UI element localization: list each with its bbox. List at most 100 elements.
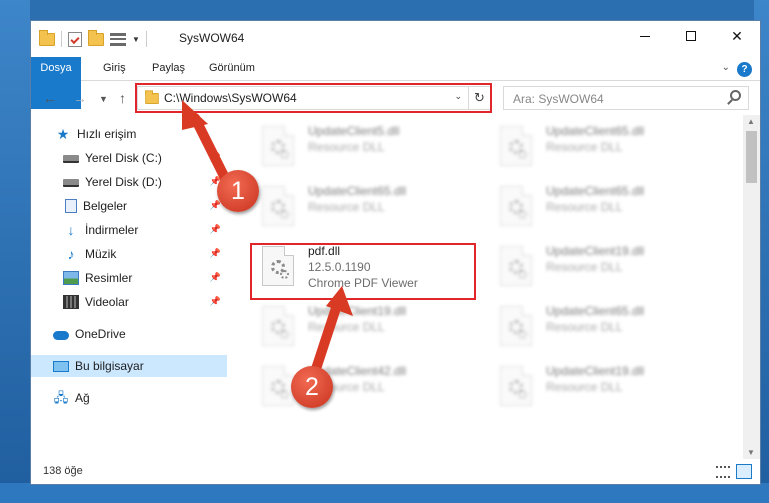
sidebar-item-label: Videolar: [85, 295, 129, 309]
dll-file-icon: [500, 366, 532, 406]
minimize-icon: [640, 35, 650, 37]
dll-file-icon: [262, 366, 294, 406]
list-item[interactable]: UpdateClient65.dll Resource DLL: [253, 179, 481, 231]
expand-ribbon-icon[interactable]: ⌄: [722, 62, 730, 73]
recent-locations-icon[interactable]: ▼: [99, 94, 108, 104]
status-bar: 138 öğe: [31, 460, 760, 484]
music-icon: ♪: [67, 246, 75, 262]
list-item[interactable]: UpdateClient5.dll Resource DLL: [253, 119, 481, 171]
ribbon-tabs: Dosya Giriş Paylaş Görünüm ⌄ ?: [31, 57, 760, 109]
file-name: UpdateClient65.dll: [308, 184, 407, 198]
sidebar-item-label: OneDrive: [75, 327, 126, 341]
scroll-down-icon[interactable]: ▼: [747, 448, 755, 457]
sidebar-item-downloads[interactable]: ↓ İndirmeler 📌: [31, 219, 227, 241]
sidebar-item-onedrive[interactable]: OneDrive: [31, 323, 227, 345]
star-icon: ★: [56, 126, 70, 142]
sidebar-item-music[interactable]: ♪ Müzik 📌: [31, 243, 227, 265]
file-type: Resource DLL: [546, 260, 623, 274]
sidebar-item-label: İndirmeler: [85, 223, 139, 237]
pin-icon[interactable]: 📌: [210, 224, 221, 235]
file-name: UpdateClient19.dll: [546, 364, 645, 378]
sidebar-item-disk-d[interactable]: Yerel Disk (D:) 📌: [31, 171, 227, 193]
sidebar-item-label: Müzik: [85, 247, 117, 261]
file-type: Resource DLL: [546, 320, 623, 334]
list-item[interactable]: UpdateClient65.dll Resource DLL: [491, 299, 719, 351]
scrollbar-thumb[interactable]: [746, 131, 757, 183]
desktop-background-bottom: [0, 483, 769, 503]
help-icon[interactable]: ?: [737, 62, 752, 77]
search-icon: [730, 90, 741, 101]
qat-dropdown-icon[interactable]: ▼: [132, 35, 140, 44]
step-badge-1: 1: [217, 170, 259, 212]
new-folder-icon[interactable]: [88, 29, 104, 46]
minimize-button[interactable]: [622, 21, 668, 51]
back-arrow-icon[interactable]: ←: [43, 90, 57, 106]
tab-view[interactable]: Görünüm: [209, 57, 255, 80]
sidebar-item-videos[interactable]: Videolar 📌: [31, 291, 227, 313]
view-options-icon[interactable]: [110, 32, 126, 46]
file-type: Resource DLL: [308, 200, 385, 214]
dll-file-icon: [500, 186, 532, 226]
cloud-icon: [53, 331, 69, 340]
vertical-scrollbar[interactable]: ▲ ▼: [743, 115, 760, 459]
tab-share[interactable]: Paylaş: [152, 57, 185, 80]
close-button[interactable]: ✕: [714, 21, 760, 51]
sidebar-item-disk-c[interactable]: Yerel Disk (C:) 📌: [31, 147, 227, 169]
list-item[interactable]: UpdateClient19.dll Resource DLL: [253, 299, 481, 351]
item-count: 138 öğe: [43, 465, 83, 477]
search-input[interactable]: Ara: SysWOW64: [503, 86, 749, 110]
sidebar-item-this-pc[interactable]: Bu bilgisayar: [31, 355, 227, 377]
gear-icon: [518, 150, 527, 159]
gear-icon: [518, 210, 527, 219]
properties-icon[interactable]: [68, 31, 82, 47]
up-arrow-icon[interactable]: ↑: [119, 90, 126, 106]
file-type: Resource DLL: [308, 140, 385, 154]
list-item[interactable]: UpdateClient65.dll Resource DLL: [491, 119, 719, 171]
gear-icon: [518, 270, 527, 279]
toolbar-divider: [61, 31, 62, 47]
sidebar-item-label: Hızlı erişim: [77, 127, 137, 141]
scroll-up-icon[interactable]: ▲: [747, 117, 755, 126]
desktop-background-left: [0, 0, 30, 503]
list-item[interactable]: UpdateClient65.dll Resource DLL: [491, 179, 719, 231]
sidebar-item-documents[interactable]: Belgeler 📌: [31, 195, 227, 217]
gear-icon: [518, 330, 527, 339]
pin-icon[interactable]: 📌: [210, 272, 221, 283]
sidebar-item-pictures[interactable]: Resimler 📌: [31, 267, 227, 289]
folder-icon[interactable]: [39, 29, 55, 46]
sidebar-item-label: Bu bilgisayar: [75, 359, 144, 373]
network-icon: 🖧: [53, 390, 69, 405]
large-icons-view-icon[interactable]: [736, 464, 752, 479]
sidebar-item-label: Yerel Disk (C:): [85, 151, 162, 165]
list-item[interactable]: UpdateClient19.dll Resource DLL: [491, 239, 719, 291]
file-name: UpdateClient19.dll: [308, 304, 407, 318]
pin-icon[interactable]: 📌: [210, 152, 221, 163]
title-bar: ▼ SysWOW64 ✕: [31, 21, 760, 57]
maximize-button[interactable]: [668, 21, 714, 51]
pin-icon[interactable]: 📌: [210, 296, 221, 307]
file-name: UpdateClient65.dll: [546, 184, 645, 198]
forward-arrow-icon[interactable]: →: [73, 90, 87, 106]
tab-home[interactable]: Giriş: [103, 57, 126, 80]
dll-file-icon: [500, 126, 532, 166]
sidebar-item-label: Yerel Disk (D:): [85, 175, 162, 189]
details-view-icon[interactable]: [716, 466, 730, 478]
list-item[interactable]: UpdateClient19.dll Resource DLL: [491, 359, 719, 411]
dll-file-icon: [262, 306, 294, 346]
list-item[interactable]: UpdateClient42.dll Resource DLL: [253, 359, 481, 411]
file-name: UpdateClient19.dll: [546, 244, 645, 258]
file-name: UpdateClient65.dll: [546, 124, 645, 138]
pin-icon[interactable]: 📌: [210, 248, 221, 259]
dll-file-icon: [262, 126, 294, 166]
sidebar-item-quick-access[interactable]: ★ Hızlı erişim: [31, 123, 227, 145]
search-placeholder: Ara: SysWOW64: [513, 92, 604, 106]
gear-icon: [280, 150, 289, 159]
gear-icon: [280, 390, 289, 399]
sidebar-item-label: Resimler: [85, 271, 133, 285]
drive-icon: [63, 179, 79, 187]
sidebar-item-network[interactable]: 🖧 Ağ: [31, 387, 227, 409]
file-type: Resource DLL: [308, 320, 385, 334]
dll-file-icon: [500, 246, 532, 286]
window-title: SysWOW64: [179, 31, 245, 45]
close-icon: ✕: [731, 27, 743, 44]
